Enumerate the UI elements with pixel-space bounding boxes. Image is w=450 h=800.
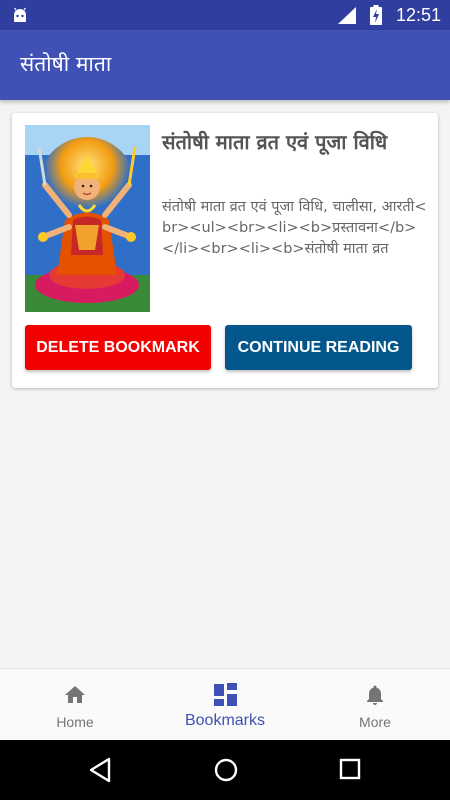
bookmark-card[interactable]: संतोषी माता व्रत एवं पूजा विधि संतोषी मा… (12, 113, 438, 388)
battery-charging-icon (370, 5, 382, 29)
bell-icon (363, 683, 387, 707)
continue-reading-button[interactable]: CONTINUE READING (225, 325, 412, 370)
status-bar: 12:51 (0, 0, 450, 30)
back-icon[interactable] (88, 757, 112, 787)
nav-label-more: More (359, 714, 391, 730)
system-navigation-bar (0, 740, 450, 800)
app-title: संतोषी माता (20, 52, 112, 76)
dashboard-icon (213, 683, 237, 707)
app-bar: संतोषी माता (0, 30, 450, 100)
santoshi-mata-image[interactable] (25, 125, 150, 312)
recents-icon[interactable] (339, 757, 361, 785)
nav-label-home: Home (56, 714, 94, 730)
bottom-navigation: Home Bookmarks More (0, 668, 450, 740)
home-circle-icon[interactable] (213, 757, 239, 787)
delete-bookmark-button[interactable]: DELETE BOOKMARK (25, 325, 211, 370)
signal-icon (338, 7, 356, 28)
nav-item-home[interactable]: Home (0, 669, 150, 741)
nav-item-bookmarks[interactable]: Bookmarks (150, 669, 300, 741)
nav-label-bookmarks: Bookmarks (184, 712, 266, 729)
home-icon (63, 683, 87, 707)
nav-item-more[interactable]: More (300, 669, 450, 741)
android-icon (12, 7, 28, 27)
bookmark-title[interactable]: संतोषी माता व्रत एवं पूजा विधि (162, 129, 427, 155)
clock: 12:51 (396, 5, 442, 25)
bookmark-description: संतोषी माता व्रत एवं पूजा विधि, चालीसा, … (162, 199, 427, 257)
